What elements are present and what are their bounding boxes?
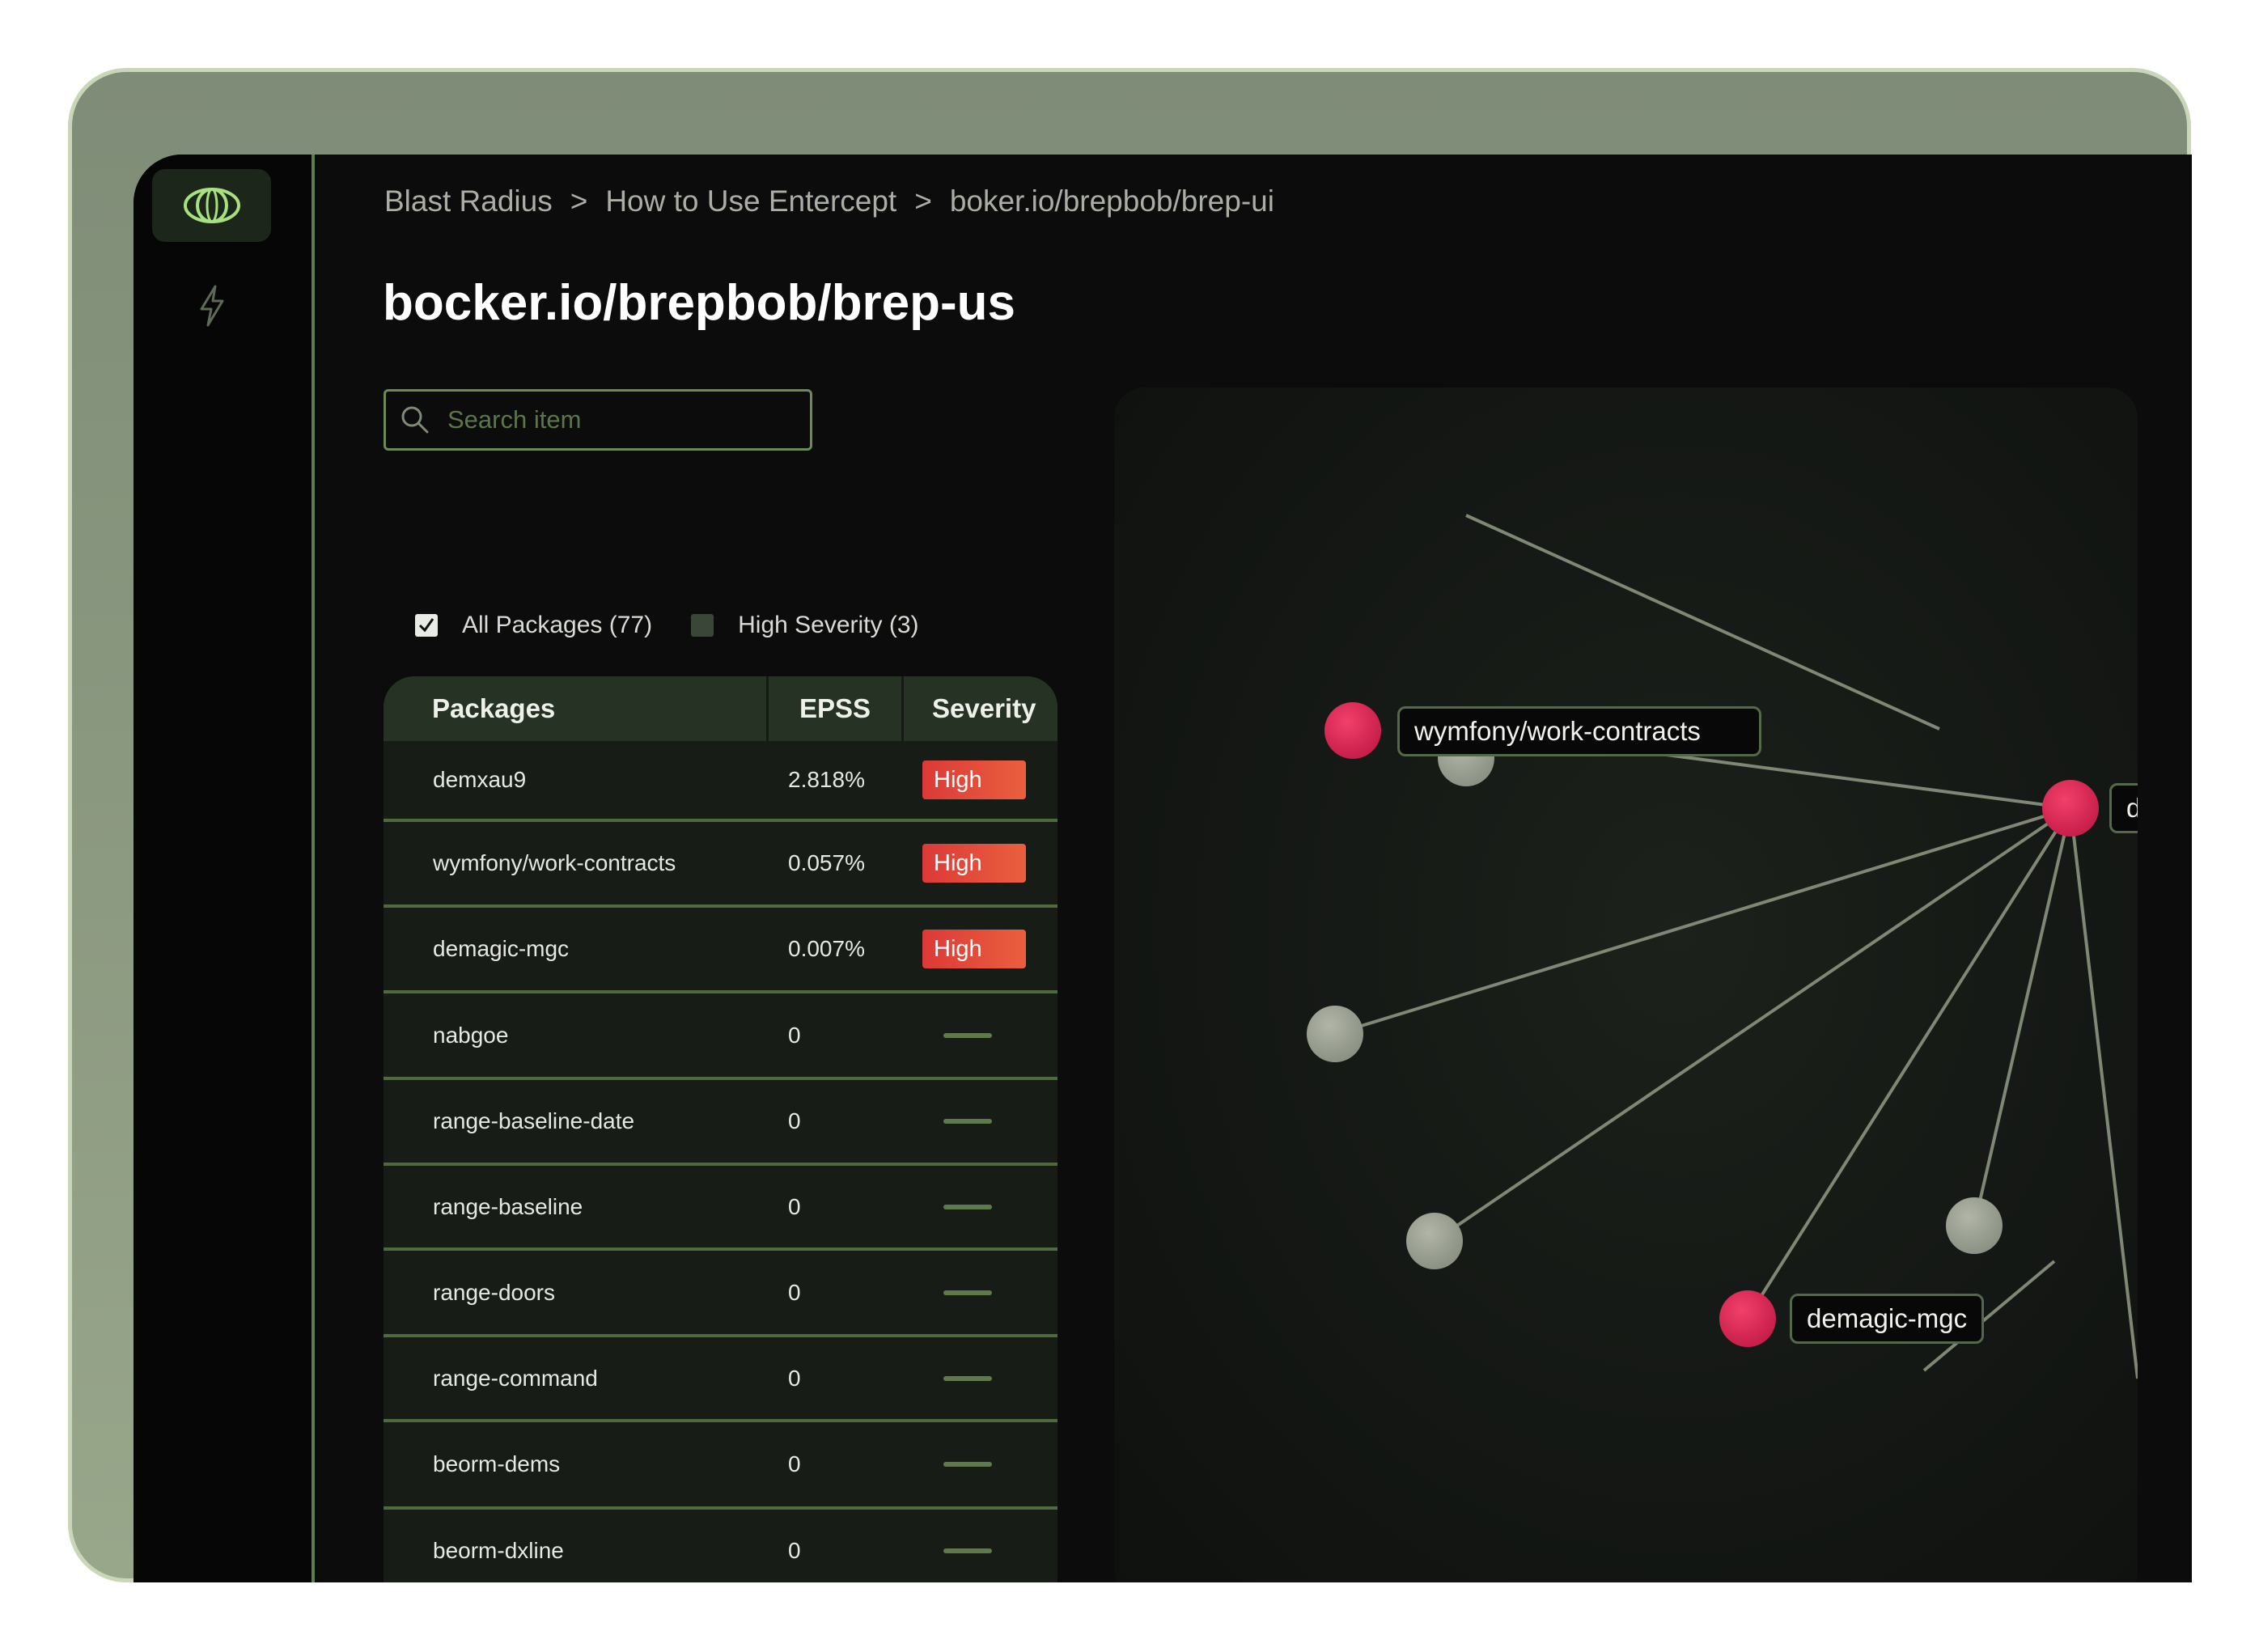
graph-node-gray[interactable] xyxy=(1946,1197,2003,1254)
all-packages-checkbox[interactable] xyxy=(415,614,438,637)
severity-none xyxy=(922,993,992,1077)
dependency-graph: wymfony/work-contracts demxau9 demagic-m… xyxy=(1114,388,2138,1582)
all-packages-label[interactable]: All Packages (77) xyxy=(462,612,652,639)
table-row[interactable]: wymfony/work-contracts 0.057% High xyxy=(384,822,1057,908)
node-label-demagic[interactable]: demagic-mgc xyxy=(1790,1294,1985,1344)
epss-value: 0.007% xyxy=(788,936,865,961)
table-row[interactable]: demagic-mgc 0.007% High xyxy=(384,908,1057,993)
epss-value: 0 xyxy=(788,1108,801,1133)
package-name: range-command xyxy=(433,1365,598,1391)
table-row[interactable]: nabgoe 0 xyxy=(384,993,1057,1080)
package-name: demxau9 xyxy=(433,767,527,792)
graph-canvas xyxy=(1307,514,2138,1379)
severity-none xyxy=(922,1510,992,1582)
table-row[interactable]: beorm-dems 0 xyxy=(384,1422,1057,1510)
ring-logo-icon xyxy=(183,188,240,223)
column-header-packages[interactable]: Packages xyxy=(432,676,555,741)
graph-edge xyxy=(1465,514,1940,731)
table-body: demxau9 2.818% High wymfony/work-contracts 0… xyxy=(384,741,1057,1582)
column-header-epss[interactable]: EPSS xyxy=(799,676,871,741)
breadcrumb-item-current[interactable]: boker.io/brepbob/brep-ui xyxy=(950,184,1274,218)
severity-dash xyxy=(943,1290,992,1295)
epss-value: 0 xyxy=(788,1451,801,1476)
breadcrumb-item-blast-radius[interactable]: Blast Radius xyxy=(384,184,553,218)
search-input[interactable] xyxy=(446,391,810,449)
severity-none xyxy=(922,1337,992,1419)
sidebar-divider xyxy=(312,155,315,1582)
severity-cell: High xyxy=(922,741,1026,819)
breadcrumb-separator: > xyxy=(914,184,932,218)
severity-cell: High xyxy=(922,908,1026,990)
package-name: wymfony/work-contracts xyxy=(433,850,676,875)
page-title: bocker.io/brepbob/brep-us xyxy=(383,275,1015,331)
epss-value: 0 xyxy=(788,1193,801,1219)
graph-node-gray[interactable] xyxy=(1307,1006,1363,1062)
graph-edge xyxy=(1334,807,2071,1036)
node-label-demxau9[interactable]: demxau9 xyxy=(2109,783,2138,833)
sidebar-rail xyxy=(134,155,313,1582)
table-row[interactable]: range-baseline 0 xyxy=(384,1166,1057,1251)
search-icon xyxy=(399,404,431,436)
severity-badge: High xyxy=(922,930,1026,968)
breadcrumb-item-how-to[interactable]: How to Use Entercept xyxy=(605,184,896,218)
packages-table: Packages EPSS Severity demxau9 2.818% High… xyxy=(384,676,1057,1582)
severity-none xyxy=(922,1166,992,1247)
epss-value: 0 xyxy=(788,1365,801,1391)
graph-node-wymfony[interactable] xyxy=(1324,702,1381,759)
package-name: range-baseline-date xyxy=(433,1108,635,1133)
table-row[interactable]: range-doors 0 xyxy=(384,1251,1057,1337)
package-name: demagic-mgc xyxy=(433,936,570,961)
severity-none xyxy=(922,1251,992,1334)
table-row[interactable]: beorm-dxline 0 xyxy=(384,1510,1057,1582)
filter-bar: All Packages (77) High Severity (3) xyxy=(415,612,919,639)
table-row[interactable]: range-command 0 xyxy=(384,1337,1057,1422)
package-name: range-doors xyxy=(433,1279,555,1305)
search-box[interactable] xyxy=(384,389,812,451)
breadcrumb: Blast Radius > How to Use Entercept > bo… xyxy=(384,184,1274,218)
checkmark-icon xyxy=(418,618,434,633)
lightning-bolt-icon xyxy=(200,285,224,327)
table-header: Packages EPSS Severity xyxy=(384,676,1057,741)
epss-value: 0 xyxy=(788,1022,801,1048)
app-window: Blast Radius > How to Use Entercept > bo… xyxy=(134,155,2192,1582)
severity-cell: High xyxy=(922,822,1026,904)
severity-none xyxy=(922,1080,992,1163)
logo-button[interactable] xyxy=(152,169,271,242)
severity-dash xyxy=(943,1548,992,1553)
high-severity-label[interactable]: High Severity (3) xyxy=(738,612,918,639)
package-name: beorm-dxline xyxy=(433,1538,564,1563)
epss-value: 0.057% xyxy=(788,850,865,875)
package-name: nabgoe xyxy=(433,1022,509,1048)
epss-value: 0 xyxy=(788,1538,801,1563)
package-name: range-baseline xyxy=(433,1193,583,1219)
graph-edge xyxy=(2069,807,2138,1379)
high-severity-checkbox[interactable] xyxy=(691,614,714,637)
severity-none xyxy=(922,1422,992,1506)
nav-item-blast-radius[interactable] xyxy=(189,280,235,332)
table-row[interactable]: range-baseline-date 0 xyxy=(384,1080,1057,1166)
severity-dash xyxy=(943,1119,992,1124)
package-name: beorm-dems xyxy=(433,1451,561,1476)
graph-node-gray[interactable] xyxy=(1406,1213,1463,1269)
node-label-wymfony[interactable]: wymfony/work-contracts xyxy=(1397,706,1761,756)
table-row[interactable]: demxau9 2.818% High xyxy=(384,741,1057,822)
severity-dash xyxy=(943,1375,992,1381)
severity-dash xyxy=(943,1032,992,1038)
graph-node-demagic[interactable] xyxy=(1719,1290,1776,1347)
column-header-severity[interactable]: Severity xyxy=(932,676,1036,741)
epss-value: 0 xyxy=(788,1279,801,1305)
severity-dash xyxy=(943,1462,992,1467)
graph-node-demxau9[interactable] xyxy=(2042,780,2099,837)
breadcrumb-separator: > xyxy=(570,184,588,218)
severity-badge: High xyxy=(922,844,1026,883)
graph-edge xyxy=(1973,807,2072,1226)
severity-badge: High xyxy=(922,760,1026,799)
graph-edge xyxy=(1745,807,2072,1320)
epss-value: 2.818% xyxy=(788,767,865,792)
severity-dash xyxy=(943,1204,992,1209)
graph-edge xyxy=(1433,807,2072,1243)
